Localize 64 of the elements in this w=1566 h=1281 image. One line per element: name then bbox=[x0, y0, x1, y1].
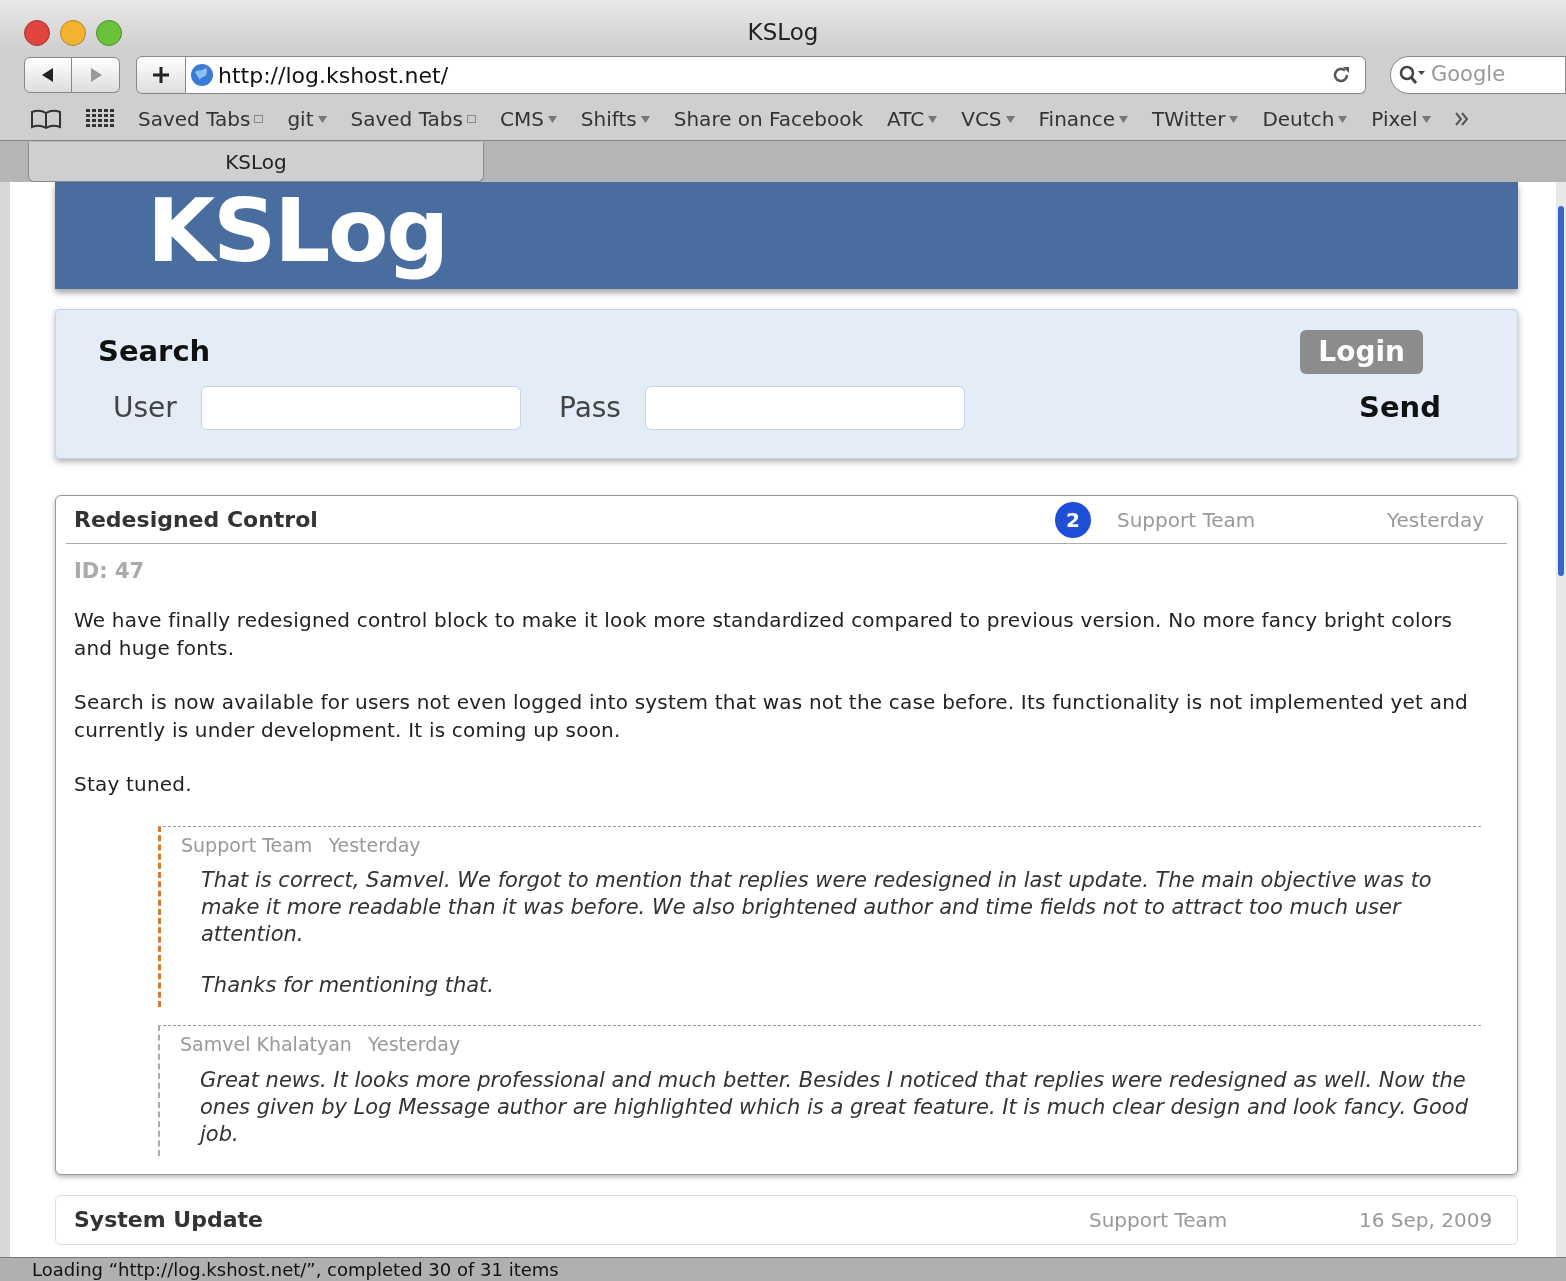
caret-icon bbox=[1338, 115, 1348, 123]
bookmark-item[interactable]: Saved Tabs bbox=[138, 104, 264, 134]
bookmark-item[interactable]: Pixel bbox=[1371, 104, 1431, 134]
address-field[interactable]: http://log.kshost.net/ bbox=[186, 56, 1366, 94]
caret-icon bbox=[1119, 115, 1129, 123]
search-label: Search bbox=[98, 333, 211, 371]
caret-icon bbox=[1421, 115, 1431, 123]
post-title: Redesigned Control bbox=[74, 506, 319, 534]
post-title: System Update bbox=[74, 1206, 264, 1234]
bookmark-item[interactable]: Share on Facebook bbox=[673, 104, 864, 134]
bookmark-item[interactable]: TWitter bbox=[1152, 104, 1239, 134]
bookmark-item[interactable]: Finance bbox=[1038, 104, 1129, 134]
grid-icon[interactable] bbox=[86, 109, 114, 129]
tabs-icon bbox=[254, 115, 264, 123]
post-author: Support Team bbox=[1089, 1206, 1229, 1234]
caret-icon bbox=[317, 115, 327, 123]
reply-author: Support Team bbox=[181, 832, 313, 858]
post-text: We have finally redesigned control block to make it look more standardized compared to previous version. No more fancy bright colors and huge fonts. bbox=[74, 606, 1454, 662]
zoom-icon[interactable] bbox=[96, 20, 122, 46]
book-icon[interactable] bbox=[30, 109, 62, 129]
user-label: User bbox=[113, 390, 178, 426]
back-icon bbox=[41, 68, 55, 82]
bookmark-item[interactable]: git bbox=[287, 104, 327, 134]
tabs-icon bbox=[466, 115, 476, 123]
reply-time: Yesterday bbox=[328, 832, 421, 858]
chevron-icon[interactable] bbox=[1454, 111, 1469, 127]
post-author: Support Team bbox=[1117, 506, 1257, 534]
post-time: 16 Sep, 2009 bbox=[1359, 1206, 1494, 1234]
window-title: KSLog bbox=[747, 17, 819, 47]
scrollbar[interactable] bbox=[1556, 182, 1566, 1257]
post-id: ID: 47 bbox=[74, 558, 146, 585]
site-logo: KSLog bbox=[147, 183, 448, 279]
bookmark-item[interactable]: Deutch bbox=[1262, 104, 1348, 134]
bookmark-item[interactable]: CMS bbox=[499, 104, 557, 134]
caret-icon bbox=[1229, 115, 1239, 123]
post-time: Yesterday bbox=[1387, 506, 1486, 534]
reply-text: That is correct, Samvel. We forgot to mention that replies were redesigned in last update. The main objective was to make it more readable than it was before. We also brightened author and time fields not to attract too much user attention. bbox=[201, 867, 1433, 948]
send-button[interactable]: Send bbox=[1359, 386, 1441, 430]
add-bookmark-button[interactable] bbox=[136, 56, 186, 94]
reply-text: Thanks for mentioning that. bbox=[201, 972, 496, 999]
forward-icon bbox=[88, 68, 103, 82]
post-text: Search is now available for users not even logged into system that was not the case before. Its functionality is not implemented yet and currently is under development. It is coming up soon. bbox=[74, 688, 1469, 744]
back-button[interactable] bbox=[24, 57, 72, 93]
reply-time: Yesterday bbox=[367, 1032, 461, 1057]
search-icon bbox=[1399, 65, 1427, 85]
caret-icon bbox=[640, 115, 650, 123]
caret-icon bbox=[547, 115, 557, 123]
bookmark-item[interactable]: ATC bbox=[887, 104, 938, 134]
close-icon[interactable] bbox=[24, 20, 50, 46]
pass-label: Pass bbox=[559, 390, 622, 426]
status-text: Loading “http://log.kshost.net/”, completed 30 of 31 items bbox=[32, 1258, 559, 1281]
globe-icon bbox=[190, 63, 214, 87]
user-field[interactable] bbox=[201, 386, 521, 430]
bookmark-item[interactable]: VCS bbox=[961, 104, 1015, 134]
plus-icon bbox=[152, 66, 170, 84]
caret-icon bbox=[928, 115, 938, 123]
bookmark-item[interactable]: Saved Tabs bbox=[350, 104, 476, 134]
caret-icon bbox=[1005, 115, 1015, 123]
reply-author: Samvel Khalatyan bbox=[180, 1032, 352, 1057]
pass-field[interactable] bbox=[645, 386, 965, 430]
browser-tab[interactable]: KSLog bbox=[28, 142, 484, 182]
reply-count-badge: 2 bbox=[1055, 501, 1091, 538]
bookmark-item[interactable]: Shifts bbox=[580, 104, 650, 134]
post-text: Stay tuned. bbox=[74, 770, 193, 798]
